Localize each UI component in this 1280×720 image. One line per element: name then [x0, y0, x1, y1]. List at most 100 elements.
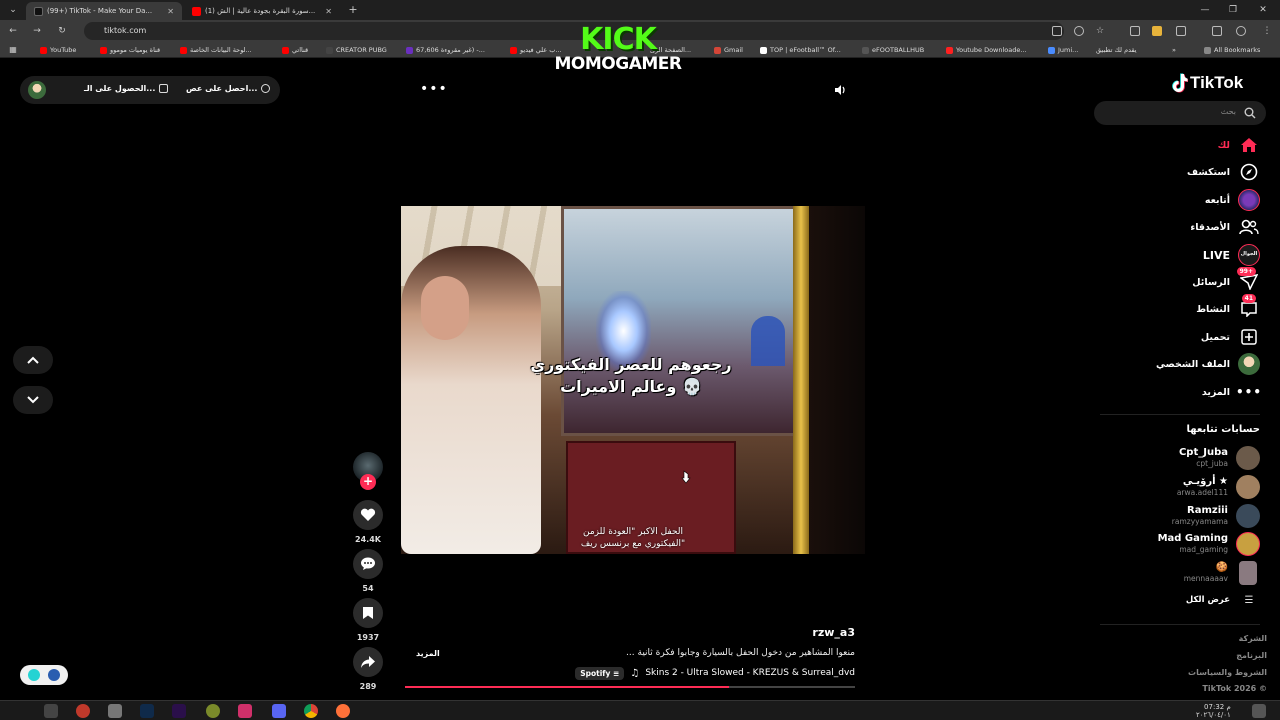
firefox-icon[interactable] [336, 704, 350, 718]
follow-plus-button[interactable]: + [360, 474, 376, 490]
all-bookmarks[interactable]: All Bookmarks [1204, 45, 1260, 55]
browser-tab-tiktok[interactable]: (99+) TikTok - Make Your Da... ✕ [26, 2, 182, 20]
menu-list-icon[interactable] [1212, 26, 1222, 36]
back-icon[interactable]: ← [6, 24, 20, 38]
tiktok-logo[interactable]: TikTok [1172, 72, 1243, 94]
music-title: Skins 2 - Ultra Slowed - KREZUS & Surrea… [645, 668, 855, 678]
bookmark-efootball-top[interactable]: TOP | eFootball™ Of... [760, 45, 841, 55]
browser-tab-youtube[interactable]: (1) سورة البقرة بجودة عالية | الش... ✕ [184, 2, 340, 20]
comment-button[interactable] [353, 549, 383, 579]
following-account[interactable]: Cpt_Juba cpt_juba [1179, 444, 1260, 472]
bookmark-efootballhub[interactable]: eFOOTBALLHUB [862, 45, 924, 55]
taskbar-app-icon[interactable] [108, 704, 122, 718]
following-account[interactable]: Ramziii ramzyyamama [1172, 502, 1260, 530]
like-button[interactable] [353, 500, 383, 530]
bookmark-momo-channel[interactable]: قناة يوميات موموو [100, 45, 160, 55]
nav-following[interactable]: أتابعه [1205, 189, 1260, 211]
url-text: tiktok.com [104, 26, 147, 35]
taskbar-app-icon[interactable] [76, 704, 90, 718]
bookmark-jumia[interactable]: Jumi... [1048, 45, 1078, 55]
bookmark-my-channels[interactable]: قنااتي [282, 45, 308, 55]
see-all-button[interactable]: عرض الكل ☰ [1186, 592, 1260, 608]
music-row[interactable]: Spotify ≡ ♫ Skins 2 - Ultra Slowed - KRE… [575, 666, 855, 680]
get-app-button[interactable]: احصل على عص... [186, 84, 271, 93]
profile-icon[interactable] [1236, 26, 1246, 36]
nav-live[interactable]: LIVE الجوال [1203, 244, 1260, 266]
spotify-badge[interactable]: Spotify ≡ [575, 666, 625, 680]
browser-menu-icon[interactable]: ⋮ [1260, 24, 1274, 38]
close-window-icon[interactable]: ✕ [1256, 3, 1270, 17]
account-avatar [1236, 475, 1260, 499]
bookmark-youtube-downloader[interactable]: Youtube Downloade... [946, 45, 1027, 55]
following-account[interactable]: Mad Gaming mad_gaming [1158, 530, 1260, 558]
tab-close-icon[interactable]: ✕ [321, 7, 332, 16]
bookmark-youtube[interactable]: YouTube [40, 45, 76, 55]
apps-grid-icon[interactable]: ▦ [6, 43, 20, 57]
reload-icon[interactable]: ↻ [55, 24, 69, 38]
chrome-icon[interactable] [304, 704, 318, 718]
search-input[interactable]: بحث [1094, 101, 1266, 125]
bookmark-app-offer[interactable]: يقدم لك تطبيق [1096, 45, 1137, 55]
system-clock[interactable]: 07:32 م ٢٠٢٦/٠٤/٠١ [1196, 703, 1231, 719]
footer-program-link[interactable]: البرنامج [1236, 651, 1267, 660]
camera-extension-icon[interactable] [1130, 26, 1140, 36]
taskbar-app-icon[interactable] [206, 704, 220, 718]
share-button[interactable] [353, 647, 383, 677]
creator-avatar[interactable]: + [348, 452, 388, 490]
following-account[interactable]: 🍪 mennaaaav [1184, 559, 1260, 587]
restore-window-icon[interactable]: ❐ [1226, 3, 1240, 17]
save-action[interactable]: 1937 [348, 598, 388, 642]
see-more-button[interactable]: المزيد [416, 649, 440, 658]
forward-icon[interactable]: → [30, 24, 44, 38]
comment-action[interactable]: 54 [348, 549, 388, 593]
more-options-icon[interactable]: ••• [420, 82, 448, 96]
taskbar-app-icon[interactable] [44, 704, 58, 718]
footer-terms-link[interactable]: الشروط والسياسات [1188, 668, 1267, 677]
previous-video-button[interactable] [13, 346, 53, 374]
account-avatar [1236, 532, 1260, 556]
premiere-icon[interactable] [172, 704, 186, 718]
nav-profile[interactable]: الملف الشخصي [1156, 353, 1260, 375]
footer-company-link[interactable]: الشركة [1239, 634, 1267, 643]
save-button[interactable] [353, 598, 383, 628]
notification-icon[interactable] [1252, 704, 1266, 718]
widget-icon-left[interactable] [28, 669, 40, 681]
taskbar-app-icon[interactable] [238, 704, 252, 718]
zoom-icon[interactable] [1074, 26, 1084, 36]
bookmark-dashboard[interactable]: لوحة البيانات الخاصة... [180, 45, 252, 55]
discord-icon[interactable] [272, 704, 286, 718]
minimize-window-icon[interactable]: — [1198, 3, 1212, 17]
tab-search-icon[interactable]: ⌄ [6, 3, 20, 17]
bookmark-star-icon[interactable]: ☆ [1093, 24, 1107, 38]
like-action[interactable]: 24.4K [348, 500, 388, 544]
search-icon[interactable] [1244, 107, 1256, 119]
bookmark-creator-pubg[interactable]: CREATOR PUBG [326, 45, 387, 55]
install-app-icon[interactable] [1052, 26, 1062, 36]
volume-icon[interactable] [834, 84, 846, 96]
nav-messages[interactable]: الرسائل 99+ [1192, 267, 1260, 293]
floating-widget[interactable] [20, 665, 68, 685]
user-avatar[interactable] [28, 81, 46, 99]
nav-for-you[interactable]: لك [1218, 134, 1260, 156]
tab-close-icon[interactable]: ✕ [163, 7, 174, 16]
extension-color-icon[interactable] [1152, 26, 1162, 36]
nav-more[interactable]: المزيد ••• [1202, 381, 1261, 403]
bookmarks-overflow-icon[interactable]: » [1172, 45, 1176, 55]
following-account[interactable]: أرۆيـي ★ arwa.adel111 [1177, 473, 1260, 501]
share-action[interactable]: 289 [348, 647, 388, 691]
nav-friends[interactable]: الأصدقاء [1190, 216, 1260, 238]
video-player[interactable]: رجعوهم للعصر الفيكتوري وعالم الاميرات 💀 … [401, 206, 865, 554]
bookmark-yahoo-mail[interactable]: 67,606 غير مقروءة) -... [406, 45, 485, 55]
photoshop-icon[interactable] [140, 704, 154, 718]
next-video-button[interactable] [13, 386, 53, 414]
nav-explore[interactable]: استكشف [1187, 161, 1260, 183]
extensions-puzzle-icon[interactable] [1176, 26, 1186, 36]
get-desktop-app-button[interactable]: الحصول على الـ... [84, 84, 169, 93]
nav-activity[interactable]: النشاط 41 [1196, 294, 1260, 320]
nav-upload[interactable]: تحميل [1201, 326, 1260, 348]
new-tab-button[interactable]: + [346, 3, 360, 17]
bookmark-gmail[interactable]: Gmail [714, 45, 743, 55]
post-username[interactable]: rzw_a3 [812, 626, 855, 639]
widget-icon-right[interactable] [48, 669, 60, 681]
video-progress-bar[interactable] [405, 686, 855, 688]
